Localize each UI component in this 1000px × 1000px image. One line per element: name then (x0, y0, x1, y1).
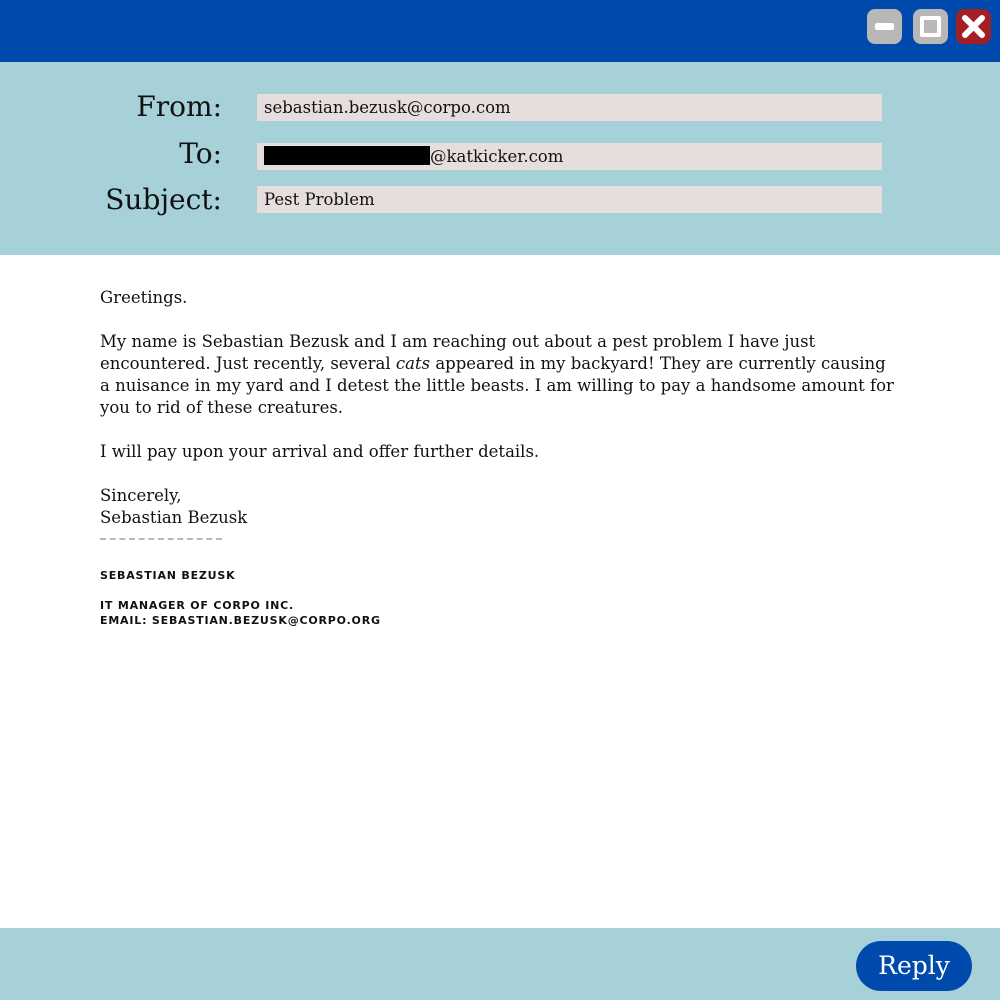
closing: Sincerely, (100, 486, 182, 505)
close-button[interactable] (956, 9, 991, 44)
from-field[interactable]: sebastian.bezusk@corpo.com (257, 94, 882, 121)
from-label: From: (136, 90, 222, 123)
message-paragraph: I will pay upon your arrival and offer f… (100, 442, 540, 461)
redacted-block (264, 146, 430, 165)
maximize-icon (920, 16, 941, 37)
footer-bar (0, 928, 1000, 1000)
minimize-button[interactable] (867, 9, 902, 44)
subject-field[interactable]: Pest Problem (257, 186, 882, 213)
subject-label: Subject: (105, 183, 222, 216)
closing-name: Sebastian Bezusk (100, 508, 248, 527)
email-header: From: sebastian.bezusk@corpo.com To: @ka… (0, 62, 1000, 255)
maximize-button[interactable] (913, 9, 948, 44)
signature-email: Email: sebastian.bezusk@corpo.org (100, 614, 381, 627)
signature-divider (100, 538, 222, 540)
to-label: To: (179, 137, 222, 170)
to-field[interactable]: @katkicker.com (257, 143, 882, 170)
signature-title: IT Manager of Corpo Inc. (100, 599, 295, 612)
minimize-icon (875, 23, 894, 30)
greeting: Greetings. (100, 288, 188, 307)
emphasis-text: cats (395, 354, 431, 373)
message-paragraph: My name is Sebastian Bezusk and I am rea… (100, 331, 900, 419)
close-icon (962, 15, 985, 38)
signature-name: Sebastian Bezusk (100, 569, 236, 582)
title-bar (0, 0, 1000, 62)
to-domain: @katkicker.com (430, 147, 564, 166)
reply-button[interactable]: Reply (856, 941, 972, 991)
message-body: Greetings. My name is Sebastian Bezusk a… (100, 287, 900, 529)
